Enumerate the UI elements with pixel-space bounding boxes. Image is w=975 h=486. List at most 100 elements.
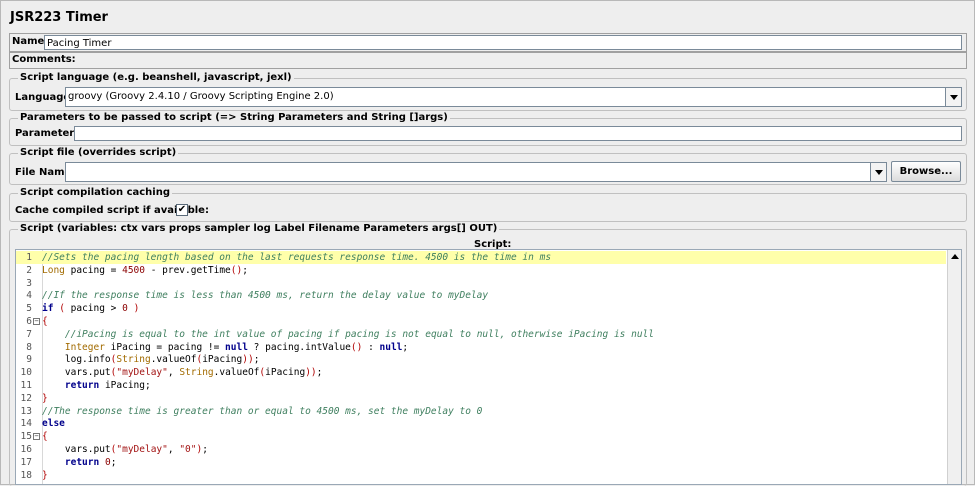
code-token: "myDelay"	[116, 367, 168, 379]
language-selected-value: groovy (Groovy 2.4.10 / Groovy Scripting…	[68, 91, 334, 102]
code-line[interactable]: 18}	[16, 469, 946, 482]
code-line[interactable]: 15−{	[16, 430, 946, 443]
file-name-dropdown-button[interactable]	[870, 163, 886, 181]
code-text: //Sets the pacing length based on the la…	[42, 251, 551, 264]
code-line[interactable]: 10 vars.put("myDelay", String.valueOf(iP…	[16, 366, 946, 379]
code-token: 4500	[122, 264, 145, 276]
code-line[interactable]: 6−{	[16, 315, 946, 328]
code-token: else	[42, 418, 65, 430]
line-number: 4	[26, 290, 32, 302]
scroll-up-icon[interactable]	[951, 254, 959, 259]
code-text: {	[42, 430, 48, 443]
code-token: {	[42, 316, 48, 327]
name-field[interactable]: Pacing Timer	[44, 35, 962, 50]
code-token: //iPacing is equal to the int value of p…	[64, 328, 654, 340]
line-number: 14	[20, 418, 32, 430]
script-language-group: Script language (e.g. beanshell, javascr…	[9, 72, 967, 111]
jsr223-timer-panel: JSR223 Timer Name: Pacing Timer Comments…	[0, 0, 975, 486]
script-file-group: Script file (overrides script) File Name…	[9, 147, 967, 185]
code-token: //The response time is greater than or e…	[42, 405, 483, 417]
name-label: Name:	[12, 36, 49, 47]
code-token: //If the response time is less than 4500…	[42, 290, 489, 302]
code-token: iPacing	[265, 367, 306, 379]
line-number: 3	[26, 277, 32, 289]
script-editor[interactable]: 1 //Sets the pacing length based on the l…	[15, 249, 962, 485]
code-token: ))	[305, 367, 317, 379]
code-token: vars.put	[42, 367, 111, 379]
code-token: ;	[110, 456, 117, 468]
caching-group: Script compilation caching Cache compile…	[9, 187, 967, 222]
code-token: iPacing	[202, 354, 243, 366]
code-text: {	[42, 315, 48, 328]
comments-label: Comments:	[12, 54, 76, 65]
code-line[interactable]: 12}	[16, 392, 946, 405]
line-number: 2	[26, 264, 32, 276]
cache-checkbox[interactable]: ✔	[176, 204, 188, 216]
code-text: return iPacing;	[42, 379, 151, 392]
code-line[interactable]: 14 else	[16, 417, 946, 430]
fold-toggle-icon[interactable]: −	[33, 318, 40, 325]
code-line[interactable]: 13 //The response time is greater than or…	[16, 405, 946, 418]
code-token: ,	[167, 444, 180, 455]
code-token: Long	[42, 264, 65, 276]
line-number: 9	[26, 354, 32, 366]
chevron-down-icon	[949, 94, 958, 100]
code-line[interactable]: 17 return 0;	[16, 456, 946, 469]
comments-field[interactable]	[70, 53, 966, 68]
code-token: ))	[242, 354, 254, 366]
fold-toggle-icon[interactable]: −	[33, 433, 40, 441]
line-number: 1	[26, 252, 32, 263]
code-line[interactable]: 9 log.info(String.valueOf(iPacing));	[16, 353, 946, 366]
code-line[interactable]: 11 return iPacing;	[16, 379, 946, 392]
line-number: 6	[26, 316, 32, 327]
code-line[interactable]: 16 vars.put("myDelay", "0");	[16, 443, 946, 456]
code-token: "0"	[179, 444, 197, 455]
code-line[interactable]: 2 Long pacing = 4500 - prev.getTime();	[16, 264, 946, 277]
code-text: vars.put("myDelay", "0");	[42, 443, 208, 456]
language-select[interactable]: groovy (Groovy 2.4.10 / Groovy Scripting…	[65, 87, 962, 107]
file-name-combo[interactable]	[65, 162, 887, 182]
code-token: //Sets the pacing length based on the la…	[42, 252, 552, 263]
code-text: log.info(String.valueOf(iPacing));	[42, 353, 260, 366]
parameters-field[interactable]	[74, 126, 962, 141]
code-token: {	[42, 431, 48, 443]
code-line[interactable]: 1 //Sets the pacing length based on the l…	[16, 251, 946, 264]
line-number: 17	[20, 456, 32, 468]
code-token: ;	[253, 354, 260, 366]
code-line[interactable]: 3	[16, 277, 946, 290]
code-token: pacing >	[64, 303, 123, 315]
script-group-title: Script (variables: ctx vars props sample…	[18, 223, 500, 234]
code-token: if	[42, 303, 54, 315]
code-line[interactable]: 4 //If the response time is less than 450…	[16, 289, 946, 302]
code-text: return 0;	[42, 456, 117, 469]
code-line[interactable]: 5 if ( pacing > 0 )	[16, 302, 946, 315]
code-token: - prev.getTime	[144, 264, 231, 276]
line-number: 15	[20, 431, 32, 443]
code-token: log.info	[42, 354, 111, 366]
line-number: 5	[26, 303, 32, 315]
browse-button[interactable]: Browse...	[891, 161, 961, 182]
code-token: ;	[242, 264, 248, 276]
code-line[interactable]: 8 Integer iPacing = pacing != null ? pac…	[16, 341, 946, 354]
code-line[interactable]: 7 //iPacing is equal to the int value of…	[16, 328, 946, 341]
code-token: pacing =	[64, 264, 123, 276]
line-number: 8	[26, 341, 32, 353]
code-token: ;	[402, 341, 409, 353]
code-token: }	[42, 392, 48, 404]
code-text: //If the response time is less than 4500…	[42, 289, 488, 302]
parameters-group: Parameters to be passed to script (=> St…	[9, 112, 967, 146]
code-token: ()	[230, 264, 243, 276]
vertical-scrollbar[interactable]	[947, 250, 961, 484]
code-text: Long pacing = 4500 - prev.getTime();	[42, 264, 248, 277]
line-number: 13	[20, 405, 32, 417]
code-token: iPacing = pacing !=	[104, 341, 226, 353]
code-text: }	[42, 392, 48, 405]
code-text: //iPacing is equal to the int value of p…	[42, 328, 654, 341]
code-token: ()	[350, 341, 363, 353]
code-token: :	[362, 341, 380, 353]
language-dropdown-button[interactable]	[945, 88, 961, 106]
code-token: null	[379, 341, 403, 353]
code-text: }	[42, 469, 48, 482]
